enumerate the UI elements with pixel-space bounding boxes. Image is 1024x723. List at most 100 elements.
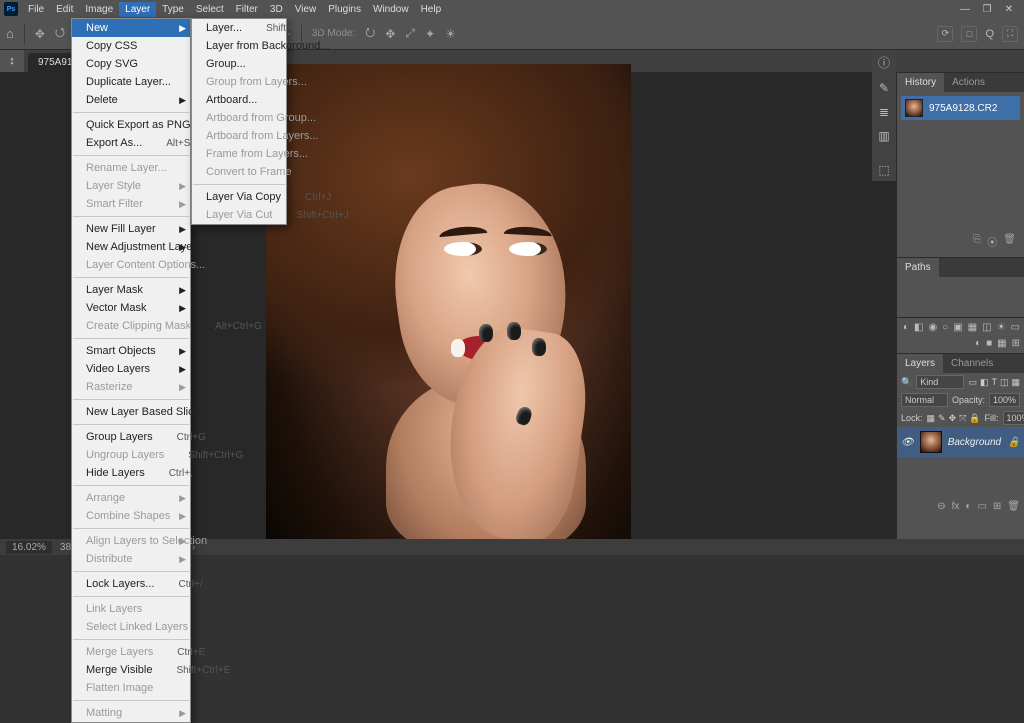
layers-footer-icon[interactable]: ⊞	[993, 501, 1001, 512]
layer-filter-icon[interactable]: ◫	[1000, 377, 1009, 388]
adjustment-icon[interactable]: ▣	[953, 322, 962, 333]
menu-item-lock-layers[interactable]: Lock Layers...Ctrl+/	[72, 575, 190, 593]
panel-strip-icon[interactable]: ⓘ	[878, 54, 890, 71]
opacity-value[interactable]: 100%	[989, 393, 1020, 407]
menu-type[interactable]: Type	[156, 2, 190, 17]
adjustment-icon[interactable]: ◐	[903, 322, 909, 333]
search-icon[interactable]: 🔍	[901, 377, 912, 388]
menu-item-quick-export-as-png[interactable]: Quick Export as PNGShift+Ctrl+'	[72, 116, 190, 134]
adjustment-icon[interactable]: ○	[942, 322, 948, 333]
panel-strip-icon[interactable]: ✎	[879, 81, 889, 95]
layer-lock-icon[interactable]: ▦	[927, 413, 936, 424]
menu-item-merge-visible[interactable]: Merge VisibleShift+Ctrl+E	[72, 661, 190, 679]
menu-item-group[interactable]: Group...	[192, 55, 286, 73]
cloud-docs-icon[interactable]: ⟳	[937, 26, 953, 42]
menu-item-new-adjustment-layer[interactable]: New Adjustment Layer▶	[72, 238, 190, 256]
adjustment-icon[interactable]: ▦	[997, 338, 1006, 349]
adjustment-icon[interactable]: ☀	[997, 322, 1006, 333]
menu-item-vector-mask[interactable]: Vector Mask▶	[72, 299, 190, 317]
menu-file[interactable]: File	[22, 2, 50, 17]
fill-value[interactable]: 100%	[1003, 411, 1024, 425]
panel-strip-icon[interactable]: ▥	[878, 129, 889, 143]
menu-item-duplicate-layer[interactable]: Duplicate Layer...	[72, 73, 190, 91]
layer-filter-icon[interactable]: ▦	[1011, 377, 1020, 388]
zoom-level[interactable]: 16.02%	[6, 541, 52, 554]
menu-item-artboard[interactable]: Artboard...	[192, 91, 286, 109]
workspace-icon[interactable]: ⛶	[1002, 26, 1018, 42]
menu-item-group-layers[interactable]: Group LayersCtrl+G	[72, 428, 190, 446]
menu-item-new[interactable]: New▶	[72, 19, 190, 37]
layer-filter-icon[interactable]: ◧	[980, 377, 989, 388]
tab-layers[interactable]: Layers	[897, 354, 943, 373]
menu-item-copy-css[interactable]: Copy CSS	[72, 37, 190, 55]
menu-item-copy-svg[interactable]: Copy SVG	[72, 55, 190, 73]
menu-item-layer-from-background[interactable]: Layer from Background...	[192, 37, 286, 55]
layers-footer-icon[interactable]: ▭	[977, 501, 986, 512]
tab-actions[interactable]: Actions	[944, 73, 993, 92]
menu-item-new-fill-layer[interactable]: New Fill Layer▶	[72, 220, 190, 238]
menu-filter[interactable]: Filter	[230, 2, 264, 17]
panel-strip-icon[interactable]: ≣	[879, 105, 889, 119]
new-snapshot-icon[interactable]: ⎘	[973, 234, 981, 249]
layers-footer-icon[interactable]: fx	[952, 501, 960, 512]
tab-channels[interactable]: Channels	[943, 354, 1001, 373]
menu-item-smart-objects[interactable]: Smart Objects▶	[72, 342, 190, 360]
orbit-icon[interactable]: ⭯	[55, 23, 65, 44]
layer-lock-icon[interactable]: 🔒	[969, 413, 980, 424]
3d-orbit-icon[interactable]: ⭮	[365, 23, 375, 44]
adjustment-icon[interactable]: ◐	[975, 338, 981, 349]
layer-filter-kind[interactable]: Kind	[916, 375, 964, 389]
layers-footer-icon[interactable]: ◐	[965, 501, 971, 512]
menu-select[interactable]: Select	[190, 2, 230, 17]
menu-view[interactable]: View	[289, 2, 323, 17]
menu-help[interactable]: Help	[415, 2, 448, 17]
adjustment-icon[interactable]: ◉	[928, 322, 937, 333]
3d-dolly-icon[interactable]: ⤢	[405, 26, 415, 41]
menu-item-new-layer-based-slice[interactable]: New Layer Based Slice	[72, 403, 190, 421]
menu-item-layer[interactable]: Layer...Shift+Ctrl+N	[192, 19, 286, 37]
frame-icon[interactable]: □	[961, 26, 977, 42]
layer-filter-icon[interactable]: T	[991, 377, 997, 388]
menu-layer[interactable]: Layer	[119, 2, 156, 17]
tab-paths[interactable]: Paths	[897, 258, 939, 277]
adjustment-icon[interactable]: ▦	[968, 322, 977, 333]
menu-item-delete[interactable]: Delete▶	[72, 91, 190, 109]
move-tool-icon[interactable]: ✥	[35, 27, 45, 41]
menu-item-layer-mask[interactable]: Layer Mask▶	[72, 281, 190, 299]
delete-state-icon[interactable]: 🗑	[1003, 234, 1016, 249]
menu-window[interactable]: Window	[367, 2, 415, 17]
adjustment-icon[interactable]: ■	[986, 338, 992, 349]
window-close[interactable]: ✕	[998, 4, 1020, 15]
adjustment-icon[interactable]: ◧	[914, 322, 923, 333]
adjustment-icon[interactable]: ▭	[1011, 322, 1020, 333]
3d-pan-icon[interactable]: ✥	[385, 27, 395, 41]
layer-lock-icon[interactable]: ⤧	[959, 413, 966, 424]
visibility-icon[interactable]: 👁	[901, 437, 914, 448]
menu-plugins[interactable]: Plugins	[322, 2, 367, 17]
menu-3d[interactable]: 3D	[264, 2, 289, 17]
layers-footer-icon[interactable]: ⊖	[937, 501, 945, 512]
tool-icon[interactable]: ↕	[2, 52, 22, 70]
menu-item-layer-via-copy[interactable]: Layer Via CopyCtrl+J	[192, 188, 286, 206]
layer-lock-icon[interactable]: ✎	[938, 413, 946, 424]
home-icon[interactable]: ⌂	[6, 26, 14, 41]
history-row[interactable]: 975A9128.CR2	[901, 96, 1020, 120]
new-doc-from-state-icon[interactable]: ⦿	[987, 234, 997, 249]
layers-footer-icon[interactable]: 🗑	[1007, 501, 1020, 512]
layer-filter-icon[interactable]: ▭	[968, 377, 977, 388]
menu-item-export-as[interactable]: Export As...Alt+Shift+Ctrl+'	[72, 134, 190, 152]
menu-item-hide-layers[interactable]: Hide LayersCtrl+,	[72, 464, 190, 482]
layer-lock-icon[interactable]: ✥	[949, 413, 957, 424]
window-minimize[interactable]: —	[954, 4, 976, 15]
blend-mode-select[interactable]: Normal	[901, 393, 948, 407]
menu-edit[interactable]: Edit	[50, 2, 79, 17]
search-icon[interactable]: Q	[985, 28, 994, 40]
tab-history[interactable]: History	[897, 73, 944, 92]
3d-walk-icon[interactable]: ✦	[425, 27, 435, 41]
panel-strip-icon[interactable]: ⬚	[878, 163, 889, 177]
menu-item-video-layers[interactable]: Video Layers▶	[72, 360, 190, 378]
layer-row[interactable]: 👁 Background 🔒	[897, 427, 1024, 457]
window-restore[interactable]: ❐	[976, 4, 998, 15]
adjustment-icon[interactable]: ◫	[982, 322, 991, 333]
3d-light-icon[interactable]: ☀	[445, 27, 456, 41]
